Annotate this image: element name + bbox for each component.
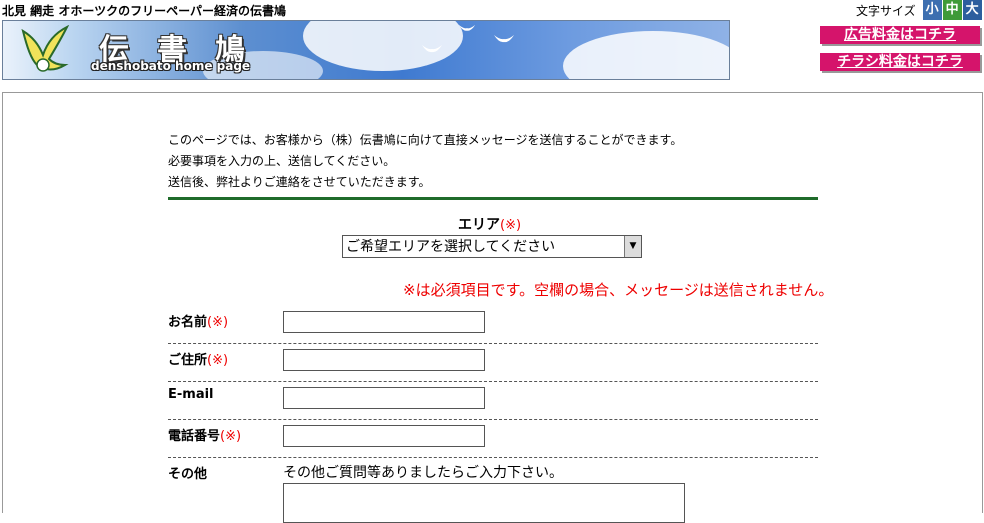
email-label: E-mail [168,387,214,402]
address-label-text: ご住所 [168,353,208,368]
flying-bird-icon [458,24,476,31]
required-mark: (※) [500,218,522,233]
area-select[interactable]: ご希望エリアを選択してください ▼ [342,235,642,258]
form-row-address: ご住所(※) [168,343,818,382]
brand-english: denshobato home page [91,59,251,73]
area-label: エリア(※) [458,214,521,234]
site-banner[interactable]: 伝 書 鳩 denshobato home page [2,20,730,80]
other-textarea[interactable] [283,483,685,523]
font-size-switcher: 文字サイズ 小 中 大 [856,0,982,20]
form-row-email: E-mail [168,381,818,420]
required-mark: (※) [207,353,229,368]
intro-text: このページでは、お客様から（株）伝書鳩に向けて直接メッセージを送信することができ… [168,130,682,193]
phone-label: 電話番号(※) [168,425,241,444]
chevron-down-icon[interactable]: ▼ [624,236,641,257]
email-input[interactable] [283,387,485,409]
area-label-text: エリア [458,217,500,233]
area-select-value: ご希望エリアを選択してください [346,239,556,255]
other-label: その他 [168,467,208,482]
flying-bird-icon [494,35,514,43]
ad-rates-link[interactable]: 広告料金はコチラ [820,26,980,44]
section-divider [168,197,818,200]
phone-label-text: 電話番号 [168,429,221,444]
font-size-large-button[interactable]: 大 [962,0,982,20]
address-input[interactable] [283,349,485,371]
font-size-medium-button[interactable]: 中 [942,0,962,20]
intro-line: このページでは、お客様から（株）伝書鳩に向けて直接メッセージを送信することができ… [168,133,683,147]
intro-line: 必要事項を入力の上、送信してください。 [168,154,396,168]
other-hint: その他ご質問等ありましたらご入力下さい。 [283,465,563,481]
banner-cloud [563,31,729,79]
intro-line: 送信後、弊社よりご連絡をさせていただきます。 [168,175,431,189]
name-label-text: お名前 [168,315,208,330]
name-input[interactable] [283,311,485,333]
required-mark: (※) [220,429,242,444]
form-row-phone: 電話番号(※) [168,419,818,458]
site-tagline: 北見 網走 オホーツクのフリーペーパー経済の伝書鳩 [2,4,286,18]
address-label: ご住所(※) [168,349,228,368]
flying-bird-icon [422,45,442,53]
required-note: ※は必須項目です。空欄の場合、メッセージは送信されません。 [403,281,834,299]
name-label: お名前(※) [168,311,228,330]
dove-logo-icon [21,25,70,72]
required-mark: (※) [207,315,229,330]
phone-input[interactable] [283,425,485,447]
flyer-rates-link[interactable]: チラシ料金はコチラ [820,53,980,71]
font-size-label: 文字サイズ [856,3,916,18]
form-row-name: お名前(※) [168,305,818,344]
form-row-other: その他 その他ご質問等ありましたらご入力下さい。 [168,457,818,523]
font-size-small-button[interactable]: 小 [922,0,942,20]
